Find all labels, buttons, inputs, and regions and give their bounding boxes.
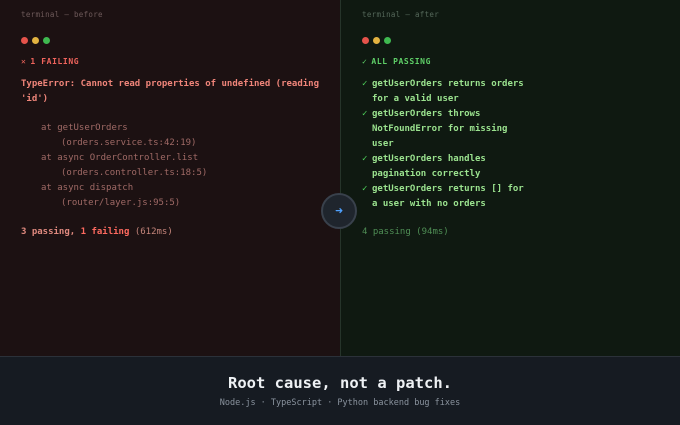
check-icon: ✓ [362,154,368,164]
stack-frame-fn: at async dispatch [41,183,134,193]
check-icon: ✓ [362,79,368,89]
status-passing: ✓ ALL PASSING [362,56,680,68]
stack-frame-location: (orders.service.ts:42:19) [61,138,197,148]
stack-trace: at getUserOrders (orders.service.ts:42:1… [21,121,340,211]
minimize-dot [32,37,39,44]
test-summary: 4 passing (94ms) [362,227,449,237]
stack-frame-location: (orders.controller.ts:18:5) [61,168,208,178]
test-list: ✓ getUserOrders returns orders for a val… [362,77,680,212]
run-time: (612ms) [134,227,173,237]
terminal-label: terminal — after [362,10,440,19]
cross-icon: ✕ [21,57,27,66]
arrow-glyph: ➜ [335,203,343,219]
footer: Root cause, not a patch. Node.js · TypeS… [0,356,680,425]
check-icon: ✓ [362,57,368,66]
stack-frame-location: (router/layer.js:95:5) [61,198,181,208]
tech-stack-subline: Node.js · TypeScript · Python backend bu… [219,398,461,408]
terminal-before: terminal — before ✕ 1 FAILING TypeError: … [0,0,340,356]
test-name: getUserOrders throws NotFoundError for m… [372,109,508,149]
check-icon: ✓ [362,184,368,194]
maximize-dot [43,37,50,44]
minimize-dot [373,37,380,44]
error-message: TypeError: Cannot read properties of und… [21,79,320,104]
test-name: getUserOrders returns [] for a user with… [372,184,524,209]
test-name: getUserOrders handles pagination correct… [372,154,486,179]
arrow-right-icon: ➜ [321,193,357,229]
terminal-label: terminal — before [21,10,103,19]
close-dot [362,37,369,44]
check-icon: ✓ [362,109,368,119]
test-item: ✓ getUserOrders throws NotFoundError for… [362,107,680,152]
stack-frame-fn: at getUserOrders [41,123,128,133]
status-text: ALL PASSING [371,57,432,66]
stack-frame-fn: at async OrderController.list [41,153,199,163]
status-text: 1 FAILING [30,57,80,66]
terminal-after: terminal — after ✓ ALL PASSING ✓ getUserO… [340,0,680,356]
failing-count: 1 failing [80,227,130,237]
test-item: ✓ getUserOrders returns orders for a val… [362,77,680,107]
comparison-card: terminal — before ✕ 1 FAILING TypeError: … [0,0,680,425]
test-item: ✓ getUserOrders returns [] for a user wi… [362,182,680,212]
test-summary: 3 passing, 1 failing (612ms) [21,225,340,240]
close-dot [21,37,28,44]
maximize-dot [384,37,391,44]
test-name: getUserOrders returns orders for a valid… [372,79,524,104]
passing-count: 3 passing, [21,227,76,237]
test-item: ✓ getUserOrders handles pagination corre… [362,152,680,182]
window-controls [21,37,340,44]
tagline: Root cause, not a patch. [228,374,452,392]
status-failing: ✕ 1 FAILING [21,56,340,68]
window-controls [362,37,680,44]
